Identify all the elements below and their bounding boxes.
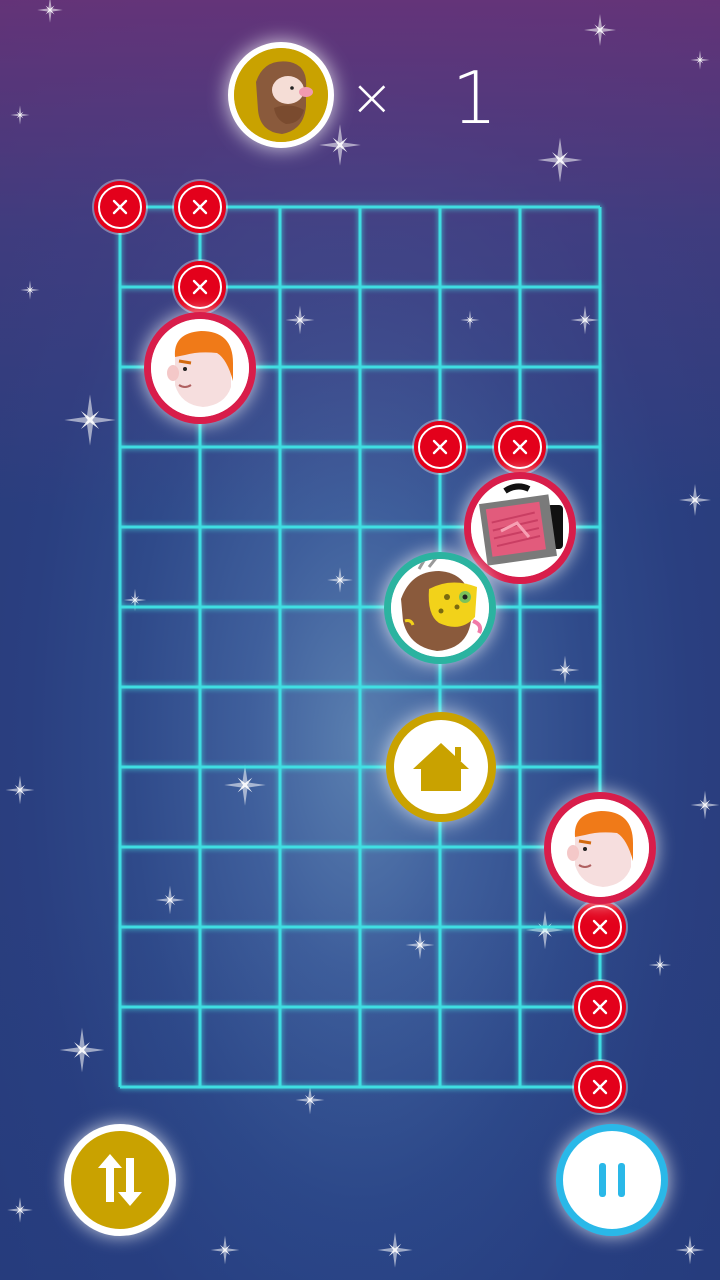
marker-layer <box>90 177 630 1117</box>
ginger-man-token[interactable] <box>544 792 656 904</box>
home-icon <box>413 743 469 791</box>
pause-button[interactable] <box>556 1124 668 1236</box>
swap-button[interactable] <box>64 1124 176 1236</box>
red-x-marker[interactable] <box>570 1057 630 1117</box>
ginger-man-face-icon <box>551 799 649 897</box>
red-x-marker[interactable] <box>170 257 230 317</box>
glitch-monitor-icon <box>471 479 569 577</box>
red-x-marker[interactable] <box>570 977 630 1037</box>
red-x-marker[interactable] <box>410 417 470 477</box>
red-x-marker[interactable] <box>570 897 630 957</box>
ginger-man-face-icon <box>151 319 249 417</box>
red-x-marker[interactable] <box>170 177 230 237</box>
red-x-marker[interactable] <box>490 417 550 477</box>
glitch-monitor-token[interactable] <box>464 472 576 584</box>
pause-icon <box>599 1163 625 1197</box>
red-x-marker[interactable] <box>90 177 150 237</box>
ginger-man-token[interactable] <box>144 312 256 424</box>
swap-arrows-icon <box>98 1154 142 1206</box>
home-target-button[interactable] <box>386 712 496 822</box>
bearded-masked-token[interactable] <box>384 552 496 664</box>
bearded-man-mask-icon <box>391 559 489 657</box>
